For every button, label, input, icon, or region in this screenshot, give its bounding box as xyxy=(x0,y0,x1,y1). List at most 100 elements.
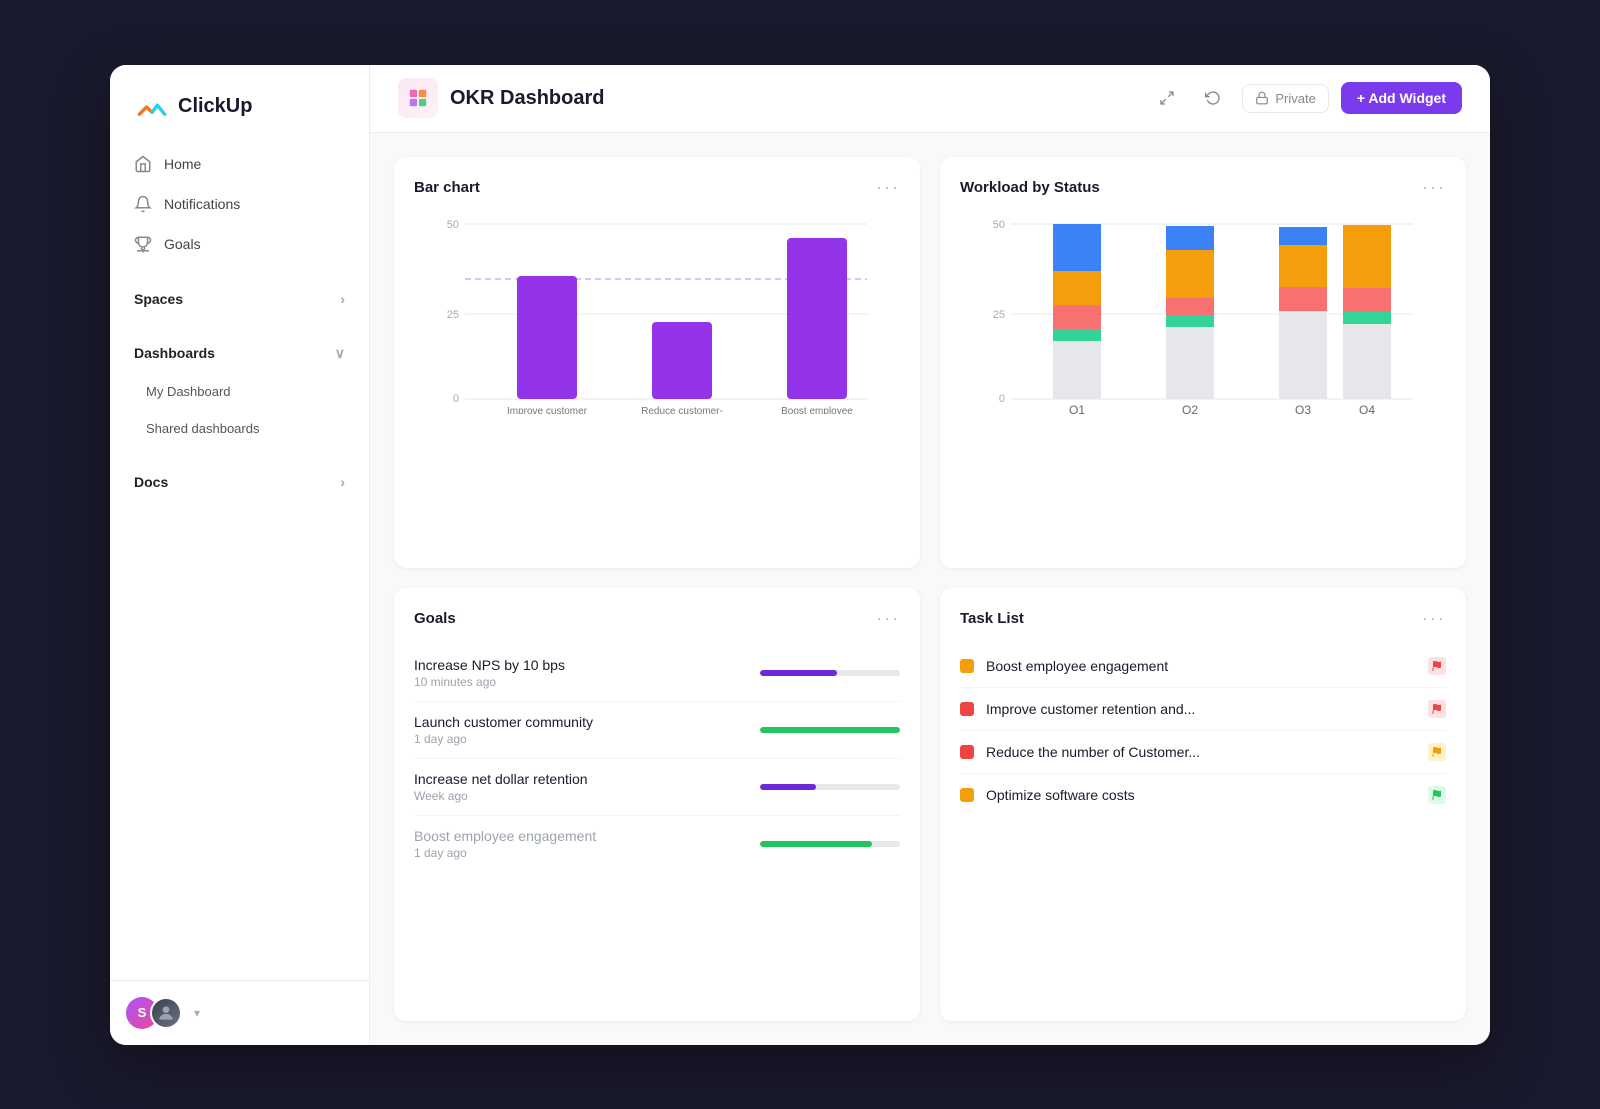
goal-name-3: Boost employee engagement xyxy=(414,828,744,844)
docs-chevron-icon: › xyxy=(340,474,345,490)
sidebar-item-notifications[interactable]: Notifications xyxy=(122,185,357,223)
page-title: OKR Dashboard xyxy=(450,87,604,110)
task-dot-2 xyxy=(960,745,974,759)
svg-text:0: 0 xyxy=(453,393,459,405)
goal-name-2: Increase net dollar retention xyxy=(414,771,744,787)
header-actions: Private + Add Widget xyxy=(1150,81,1462,115)
svg-text:25: 25 xyxy=(993,309,1005,321)
task-list-menu[interactable]: ··· xyxy=(1422,608,1446,629)
sidebar-navigation: Home Notifications xyxy=(110,145,369,980)
goals-widget-header: Goals ··· xyxy=(414,608,900,629)
refresh-button[interactable] xyxy=(1196,81,1230,115)
task-flag-1 xyxy=(1428,700,1446,718)
sidebar-item-my-dashboard[interactable]: My Dashboard xyxy=(122,374,357,409)
flag-icon-2 xyxy=(1431,746,1443,758)
task-dot-1 xyxy=(960,702,974,716)
svg-text:Reduce customer-: Reduce customer- xyxy=(641,406,723,414)
lock-icon xyxy=(1255,91,1269,105)
sidebar-item-spaces[interactable]: Spaces › xyxy=(122,281,357,317)
sidebar-item-home-label: Home xyxy=(164,156,201,172)
header: OKR Dashboard xyxy=(370,65,1490,133)
goal-time-2: Week ago xyxy=(414,789,744,803)
task-name-0: Boost employee engagement xyxy=(986,658,1416,674)
sidebar-item-notifications-label: Notifications xyxy=(164,196,240,212)
logo-text: ClickUp xyxy=(178,95,252,118)
goals-widget-menu[interactable]: ··· xyxy=(876,608,900,629)
app-container: ClickUp Home Notifications xyxy=(110,65,1490,1045)
trophy-icon xyxy=(134,235,152,253)
task-item-0: Boost employee engagement xyxy=(960,645,1446,688)
expand-button[interactable] xyxy=(1150,81,1184,115)
task-name-3: Optimize software costs xyxy=(986,787,1416,803)
svg-text:Improve customer: Improve customer xyxy=(507,406,588,414)
goal-time-1: 1 day ago xyxy=(414,732,744,746)
sidebar-item-goals[interactable]: Goals xyxy=(122,225,357,263)
avatar-group: S xyxy=(126,997,182,1029)
logo[interactable]: ClickUp xyxy=(110,65,369,145)
sidebar-item-shared-dashboards[interactable]: Shared dashboards xyxy=(122,411,357,446)
goal-progress-bar-1 xyxy=(760,727,900,733)
task-flag-3 xyxy=(1428,786,1446,804)
dashboard-icon-box xyxy=(398,78,438,118)
sidebar-item-dashboards[interactable]: Dashboards ∨ xyxy=(122,335,357,372)
sidebar-dashboards-label: Dashboards xyxy=(134,345,215,361)
footer-chevron-icon[interactable]: ▾ xyxy=(194,1006,200,1020)
sidebar-footer: S ▾ xyxy=(110,980,369,1045)
private-label: Private xyxy=(1275,91,1315,106)
goal-progress-fill-2 xyxy=(760,784,816,790)
clickup-logo-icon xyxy=(134,89,170,125)
workload-chart-title: Workload by Status xyxy=(960,179,1100,196)
svg-text:Boost employee: Boost employee xyxy=(781,406,853,414)
task-name-2: Reduce the number of Customer... xyxy=(986,744,1416,760)
task-item-1: Improve customer retention and... xyxy=(960,688,1446,731)
home-icon xyxy=(134,155,152,173)
bell-icon xyxy=(134,195,152,213)
svg-text:0: 0 xyxy=(999,393,1005,405)
goal-time-3: 1 day ago xyxy=(414,846,744,860)
task-flag-2 xyxy=(1428,743,1446,761)
sidebar-docs-label: Docs xyxy=(134,474,168,490)
task-list-widget: Task List ··· Boost employee engagement xyxy=(940,588,1466,1021)
svg-text:Q2: Q2 xyxy=(1182,403,1198,414)
dashboard-grid: Bar chart ··· 50 25 0 xyxy=(370,133,1490,1045)
goal-progress-bar-0 xyxy=(760,670,900,676)
svg-text:Q3: Q3 xyxy=(1295,403,1311,414)
add-widget-label: + Add Widget xyxy=(1357,90,1446,106)
svg-text:25: 25 xyxy=(447,309,459,321)
goal-item-3: Boost employee engagement 1 day ago xyxy=(414,816,900,872)
bar-chart-menu[interactable]: ··· xyxy=(876,177,900,198)
sidebar-item-docs[interactable]: Docs › xyxy=(122,464,357,500)
spaces-chevron-icon: › xyxy=(340,291,345,307)
my-dashboard-label: My Dashboard xyxy=(146,384,231,399)
main-content: OKR Dashboard xyxy=(370,65,1490,1045)
goal-progress-bar-2 xyxy=(760,784,900,790)
user-avatar-icon xyxy=(156,1003,176,1023)
bar-chart-title: Bar chart xyxy=(414,179,480,196)
flag-icon-1 xyxy=(1431,703,1443,715)
goal-progress-fill-3 xyxy=(760,841,872,847)
dashboards-chevron-icon: ∨ xyxy=(335,345,345,362)
bar-chart-svg: 50 25 0 Improve xyxy=(414,214,900,414)
avatar-img xyxy=(150,997,182,1029)
sidebar-spaces-label: Spaces xyxy=(134,291,183,307)
goal-name-0: Increase NPS by 10 bps xyxy=(414,657,744,673)
workload-chart-menu[interactable]: ··· xyxy=(1422,177,1446,198)
goal-item-2: Increase net dollar retention Week ago xyxy=(414,759,900,816)
private-badge[interactable]: Private xyxy=(1242,84,1328,113)
sidebar: ClickUp Home Notifications xyxy=(110,65,370,1045)
goal-time-0: 10 minutes ago xyxy=(414,675,744,689)
task-item-3: Optimize software costs xyxy=(960,774,1446,816)
sidebar-item-goals-label: Goals xyxy=(164,236,201,252)
task-list-title: Task List xyxy=(960,610,1024,627)
refresh-icon xyxy=(1205,90,1221,106)
task-list-header: Task List ··· xyxy=(960,608,1446,629)
task-flag-0 xyxy=(1428,657,1446,675)
dashboard-grid-icon xyxy=(407,87,429,109)
task-dot-3 xyxy=(960,788,974,802)
add-widget-button[interactable]: + Add Widget xyxy=(1341,82,1462,114)
task-item-2: Reduce the number of Customer... xyxy=(960,731,1446,774)
flag-icon-0 xyxy=(1431,660,1443,672)
goal-item-1: Launch customer community 1 day ago xyxy=(414,702,900,759)
sidebar-item-home[interactable]: Home xyxy=(122,145,357,183)
goals-widget-title: Goals xyxy=(414,610,456,627)
